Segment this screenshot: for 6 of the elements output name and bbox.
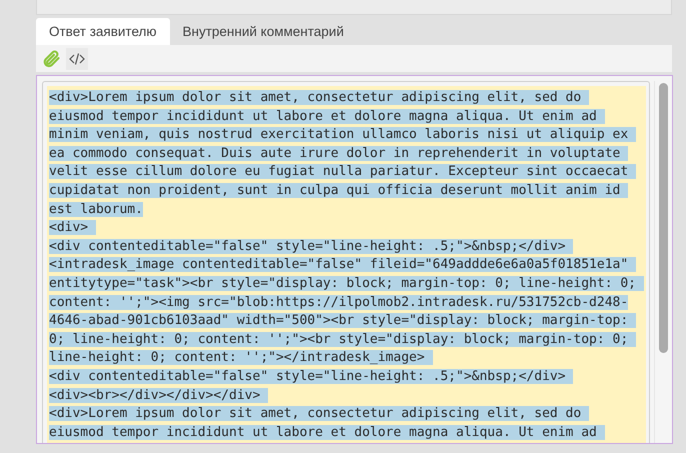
- code-icon: [69, 52, 85, 66]
- source-code-button[interactable]: [66, 48, 88, 70]
- tab[interactable]: Внутренний комментарий: [170, 18, 357, 45]
- paperclip-icon: [41, 48, 61, 68]
- scrollbar-thumb[interactable]: [659, 83, 668, 353]
- tab[interactable]: Ответ заявителю: [36, 18, 170, 45]
